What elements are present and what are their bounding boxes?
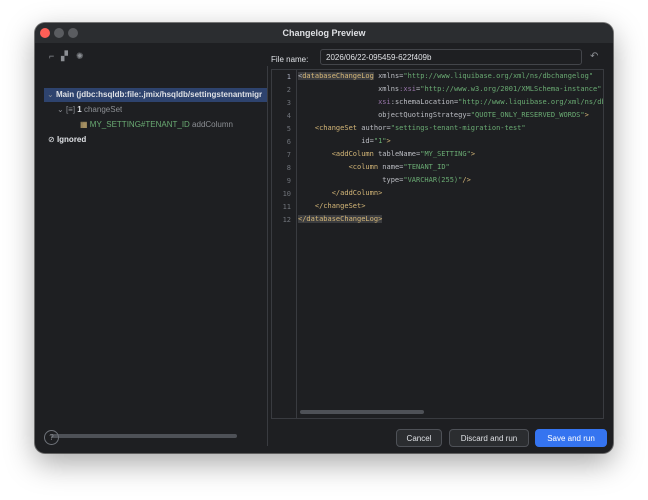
collapse-icon[interactable]: ▞	[61, 51, 68, 62]
line-number: 12	[282, 216, 291, 224]
line-number: 6	[286, 138, 291, 146]
line-number: 8	[286, 164, 291, 172]
change-type: addColumn	[192, 120, 233, 129]
file-name-label: File name:	[271, 55, 309, 64]
title-bar: Changelog Preview	[35, 23, 613, 43]
tree-root-item[interactable]: ⌄ Main (jdbc:hsqldb:file:.jmix/hsqldb/se…	[44, 88, 267, 102]
code-line: id="1">	[298, 137, 391, 145]
editor-horizontal-scrollbar[interactable]	[300, 410, 424, 414]
chevron-down-icon[interactable]: ⌄	[44, 90, 54, 99]
changelog-preview-dialog: Changelog Preview ⌐ ▞ ✺ ⌄ Main (jdbc:hsq…	[35, 23, 613, 453]
code-line: </addColumn>	[331, 189, 383, 197]
line-number: 4	[286, 112, 291, 120]
line-number: 10	[282, 190, 291, 198]
code-line: xmlns:xsi="http://www.w3.org/2001/XMLSch…	[298, 85, 602, 93]
discard-and-run-button[interactable]: Discard and run	[449, 429, 529, 447]
settings-icon[interactable]: ✺	[76, 51, 84, 62]
chevron-down-icon[interactable]: ⌄	[44, 105, 64, 114]
save-and-run-button[interactable]: Save and run	[535, 429, 607, 447]
zoom-window-button[interactable]	[68, 28, 78, 38]
changeset-icon: [≡]	[65, 105, 76, 114]
tree-root-label: Main (jdbc:hsqldb:file:.jmix/hsqldb/sett…	[55, 90, 263, 99]
line-number: 5	[286, 125, 291, 133]
tree-changeset-item[interactable]: ⌄ [≡] 1 changeSet	[44, 103, 122, 117]
code-area: <databaseChangeLog xmlns="http://www.liq…	[298, 70, 603, 406]
dialog-footer: ? Cancel Discard and run Save and run	[35, 428, 613, 453]
help-button[interactable]: ?	[44, 430, 59, 445]
left-panel: ⌐ ▞ ✺ ⌄ Main (jdbc:hsqldb:file:.jmix/hsq…	[44, 46, 268, 446]
tree-change-item[interactable]: ▦ MY_SETTING#TENANT_ID addColumn	[44, 118, 233, 132]
changeset-count: 1	[77, 105, 82, 114]
tree-ignored-item[interactable]: ⊘ Ignored	[44, 133, 86, 147]
changeset-tree: ⌄ Main (jdbc:hsqldb:file:.jmix/hsqldb/se…	[44, 66, 268, 446]
minimize-window-button[interactable]	[54, 28, 64, 38]
changeset-label: changeSet	[83, 105, 123, 114]
line-number: 11	[282, 203, 291, 211]
code-line: <addColumn tableName="MY_SETTING">	[331, 150, 476, 158]
code-line: type="VARCHAR(255)"/>	[298, 176, 471, 184]
line-number: 7	[286, 151, 291, 159]
revert-icon[interactable]: ↶	[590, 51, 598, 62]
line-number: 9	[286, 177, 291, 185]
window-title: Changelog Preview	[282, 28, 366, 38]
code-line: objectQuotingStrategy="QUOTE_ONLY_RESERV…	[298, 111, 589, 119]
code-line: <column name="TENANT_ID"	[348, 163, 450, 171]
line-number: 2	[286, 86, 291, 94]
ignored-icon: ⊘	[48, 135, 55, 144]
close-window-button[interactable]	[40, 28, 50, 38]
code-line: <databaseChangeLog xmlns="http://www.liq…	[298, 72, 594, 80]
file-name-field[interactable]: 2026/06/22-095459-622f409b	[320, 49, 582, 65]
xml-editor[interactable]: 1 2 3 4 5 6 7 8 9 10 11 12 <databaseChan…	[271, 69, 604, 419]
cancel-button[interactable]: Cancel	[396, 429, 442, 447]
ignored-label: Ignored	[56, 135, 87, 144]
line-number: 3	[286, 99, 291, 107]
line-gutter: 1 2 3 4 5 6 7 8 9 10 11 12	[272, 70, 297, 418]
expand-icon[interactable]: ⌐	[49, 51, 54, 61]
line-number: 1	[286, 73, 291, 81]
code-line: xsi:schemaLocation="http://www.liquibase…	[378, 98, 603, 106]
code-line: <changeSet author="settings-tenant-migra…	[314, 124, 526, 132]
code-line: </databaseChangeLog>	[298, 215, 383, 223]
right-panel: File name: 2026/06/22-095459-622f409b ↶ …	[271, 46, 607, 442]
change-name: MY_SETTING#TENANT_ID	[89, 120, 190, 129]
code-line: </changeSet>	[314, 202, 366, 210]
table-icon: ▦	[80, 120, 88, 129]
